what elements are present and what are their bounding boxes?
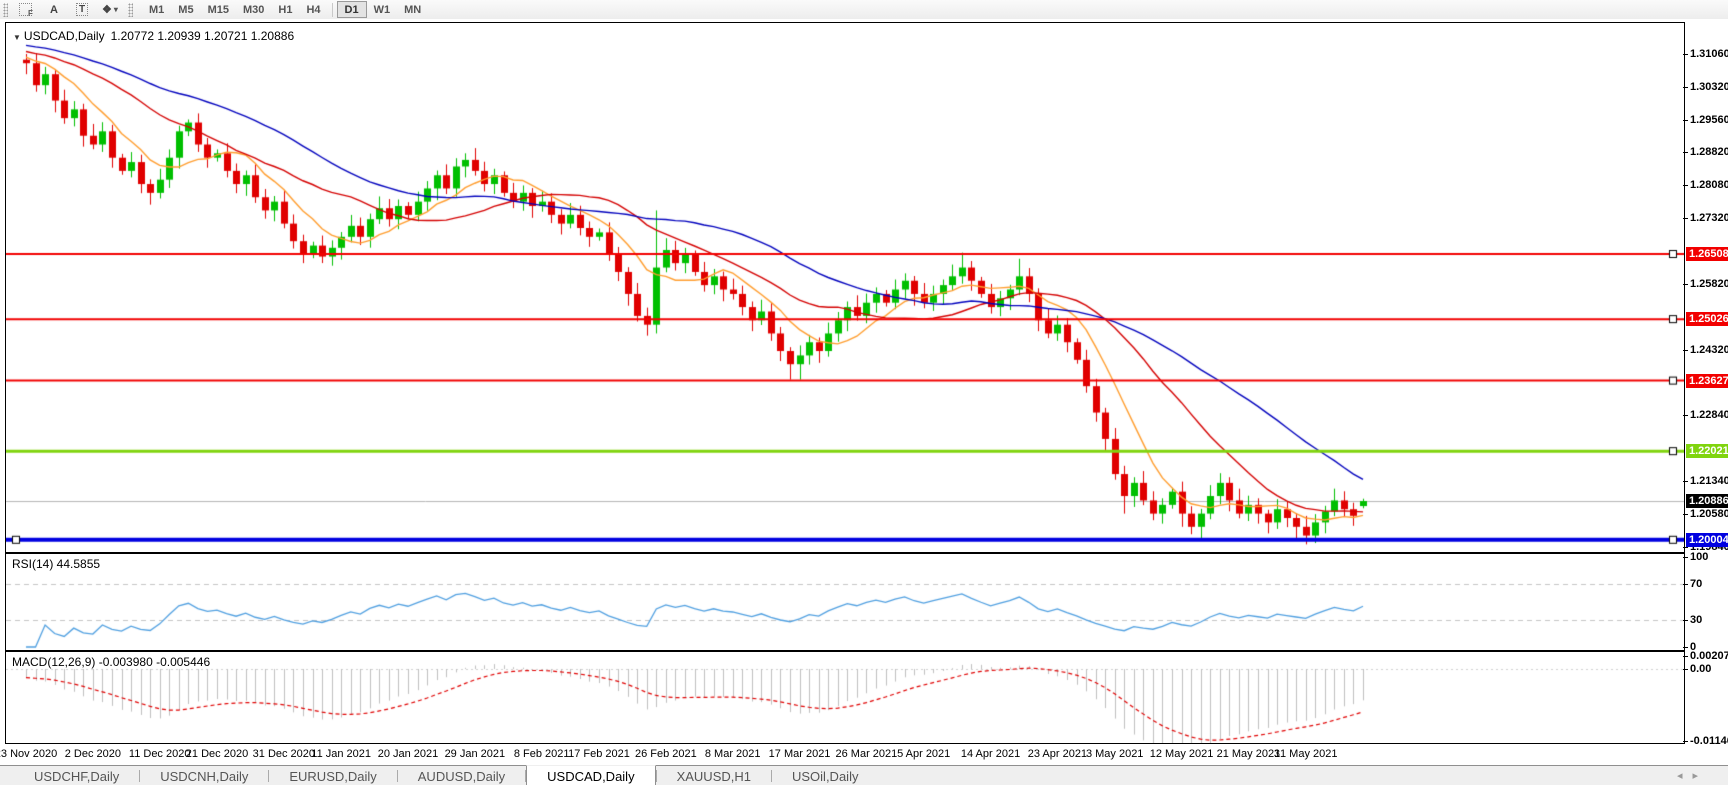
dropdown-caret-icon: ▾ xyxy=(113,5,118,14)
rsi-axis-label: 70 xyxy=(1683,578,1702,590)
date-label: 21 Dec 2020 xyxy=(185,748,249,760)
chart-tab-usdchf[interactable]: USDCHF,Daily xyxy=(14,766,139,785)
chart-tab-xauusd[interactable]: XAUUSD,H1 xyxy=(657,766,771,785)
macd-axis-label: 0.002074 xyxy=(1683,650,1728,662)
toolbar-grip[interactable] xyxy=(3,2,8,17)
date-label: 31 May 2021 xyxy=(1273,748,1338,760)
timeframe-button-w1[interactable]: W1 xyxy=(367,2,398,17)
date-label: 29 Jan 2021 xyxy=(444,748,506,760)
price-tick-label: 1.20580 xyxy=(1683,508,1728,520)
price-tag: 1.25026 xyxy=(1686,312,1728,327)
tab-scroll-left-icon[interactable]: ◂ xyxy=(1677,770,1693,782)
chart-tab-usdcnh[interactable]: USDCNH,Daily xyxy=(140,766,268,785)
rsi-label: RSI(14) 44.5855 xyxy=(12,557,101,571)
date-label: 17 Mar 2021 xyxy=(768,748,831,760)
price-tick-label: 1.27320 xyxy=(1683,212,1728,224)
chart-ohlc-values: 1.20772 1.20939 1.20721 1.20886 xyxy=(110,29,295,43)
timeframe-button-m1[interactable]: M1 xyxy=(142,2,171,17)
price-tag: 1.20004 xyxy=(1686,532,1728,547)
date-label: 8 Feb 2021 xyxy=(513,748,570,760)
toolbar: F A T ❖ ▾ M1 M5 M15 M30 H1 H4 D1 W1 MN xyxy=(0,0,1728,20)
price-tag: 1.26508 xyxy=(1686,247,1728,261)
date-label: 26 Feb 2021 xyxy=(634,748,697,760)
date-label: 11 Jan 2021 xyxy=(311,748,372,760)
date-label: 17 Feb 2021 xyxy=(568,748,630,760)
grid-f-tool-button[interactable]: F xyxy=(13,2,39,18)
price-tag: 1.22021 xyxy=(1686,444,1728,459)
chart-tab-bar: USDCHF,Daily USDCNH,Daily EURUSD,Daily AUDU… xyxy=(0,765,1728,785)
timeframe-button-m30[interactable]: M30 xyxy=(236,2,271,17)
macd-canvas[interactable] xyxy=(6,652,1684,743)
tab-scroll-arrows: ◂▸ xyxy=(1677,769,1708,782)
rsi-panel: RSI(14) 44.5855 xyxy=(5,553,1685,651)
rsi-axis-label: 0 xyxy=(1683,641,1696,653)
mt4-terminal: F A T ❖ ▾ M1 M5 M15 M30 H1 H4 D1 W1 MN ▼ USDCAD,D… xyxy=(0,0,1728,785)
rsi-canvas[interactable] xyxy=(6,554,1684,650)
date-label: 23 Apr 2021 xyxy=(1027,748,1088,760)
tab-scroll-right-icon[interactable]: ▸ xyxy=(1692,770,1708,782)
font-tool-button[interactable]: A xyxy=(41,2,67,18)
chart-tab-usdcad[interactable]: USDCAD,Daily xyxy=(526,765,656,785)
macd-axis-label: 0.00 xyxy=(1683,663,1711,675)
objects-icon: ❖ xyxy=(102,4,112,16)
date-label: 11 Dec 2020 xyxy=(128,748,191,760)
price-tick-label: 1.25820 xyxy=(1683,278,1728,290)
chart-collapse-icon[interactable]: ▼ xyxy=(13,33,21,42)
timeframe-group: M1 M5 M15 M30 H1 H4 D1 W1 MN xyxy=(142,1,428,18)
rsi-axis-label: 30 xyxy=(1683,614,1702,626)
macd-axis-label: -0.011462 xyxy=(1683,735,1728,747)
price-tick-label: 1.30320 xyxy=(1683,81,1728,93)
date-label: 20 Jan 2021 xyxy=(377,748,439,760)
chart-tab-usoil[interactable]: USOil,Daily xyxy=(772,766,878,785)
price-tick-label: 1.28820 xyxy=(1683,146,1728,158)
font-icon: A xyxy=(50,3,58,16)
timeframe-button-m15[interactable]: M15 xyxy=(201,2,236,17)
main-chart-panel: ▼ USDCAD,Daily 1.20772 1.20939 1.20721 1.2… xyxy=(5,22,1685,553)
price-tag: 1.20886 xyxy=(1686,494,1728,509)
timeframe-button-d1[interactable]: D1 xyxy=(336,1,367,18)
date-label: 23 Nov 2020 xyxy=(0,748,58,760)
f-glyph: F xyxy=(28,9,33,18)
date-label: 2 Dec 2020 xyxy=(64,748,121,760)
text-label-tool-button[interactable]: T xyxy=(69,2,95,18)
price-tick-label: 1.24320 xyxy=(1683,344,1728,356)
date-label: 3 May 2021 xyxy=(1085,748,1144,760)
price-tag: 1.23627 xyxy=(1686,373,1728,388)
timeframe-button-mn[interactable]: MN xyxy=(397,2,428,17)
date-label: 14 Apr 2021 xyxy=(960,748,1021,760)
date-label: 21 May 2021 xyxy=(1216,748,1281,760)
chart-tab-eurusd[interactable]: EURUSD,Daily xyxy=(269,766,396,785)
timeframe-button-h4[interactable]: H4 xyxy=(299,2,327,17)
rsi-axis-label: 100 xyxy=(1683,551,1708,563)
macd-panel: MACD(12,26,9) -0.003980 -0.005446 xyxy=(5,651,1685,744)
date-label: 8 Mar 2021 xyxy=(704,748,761,760)
chart-symbol-period: USDCAD,Daily xyxy=(23,29,105,43)
date-axis[interactable]: 23 Nov 2020 2 Dec 2020 11 Dec 2020 21 Dec 2… xyxy=(0,744,1685,765)
date-label: 5 Apr 2021 xyxy=(897,748,951,760)
date-label: 12 May 2021 xyxy=(1149,748,1214,760)
main-chart-canvas[interactable] xyxy=(6,23,1684,552)
price-tick-label: 1.22840 xyxy=(1683,409,1728,421)
price-tick-label: 1.31060 xyxy=(1683,48,1728,60)
objects-tool-button[interactable]: ❖ ▾ xyxy=(97,2,123,18)
chart-window: ▼ USDCAD,Daily 1.20772 1.20939 1.20721 1.2… xyxy=(0,19,1728,765)
price-tick-label: 1.29560 xyxy=(1683,114,1728,126)
price-tick-label: 1.21340 xyxy=(1683,475,1728,487)
price-tick-label: 1.28080 xyxy=(1683,179,1728,191)
date-label: 31 Dec 2020 xyxy=(252,748,316,760)
chart-tabs: USDCHF,Daily USDCNH,Daily EURUSD,Daily AUDU… xyxy=(14,765,878,785)
toolbar-grip[interactable] xyxy=(128,2,133,17)
timeframe-button-h1[interactable]: H1 xyxy=(271,2,299,17)
price-tick-label: 1.19840 xyxy=(1683,541,1728,553)
chart-title: ▼ USDCAD,Daily 1.20772 1.20939 1.20721 1.2… xyxy=(13,29,294,43)
chart-tab-audusd[interactable]: AUDUSD,Daily xyxy=(398,766,525,785)
text-label-icon: T xyxy=(75,3,89,16)
date-label: 26 Mar 2021 xyxy=(835,748,898,760)
timeframe-button-m5[interactable]: M5 xyxy=(171,2,200,17)
macd-label: MACD(12,26,9) -0.003980 -0.005446 xyxy=(12,655,211,669)
